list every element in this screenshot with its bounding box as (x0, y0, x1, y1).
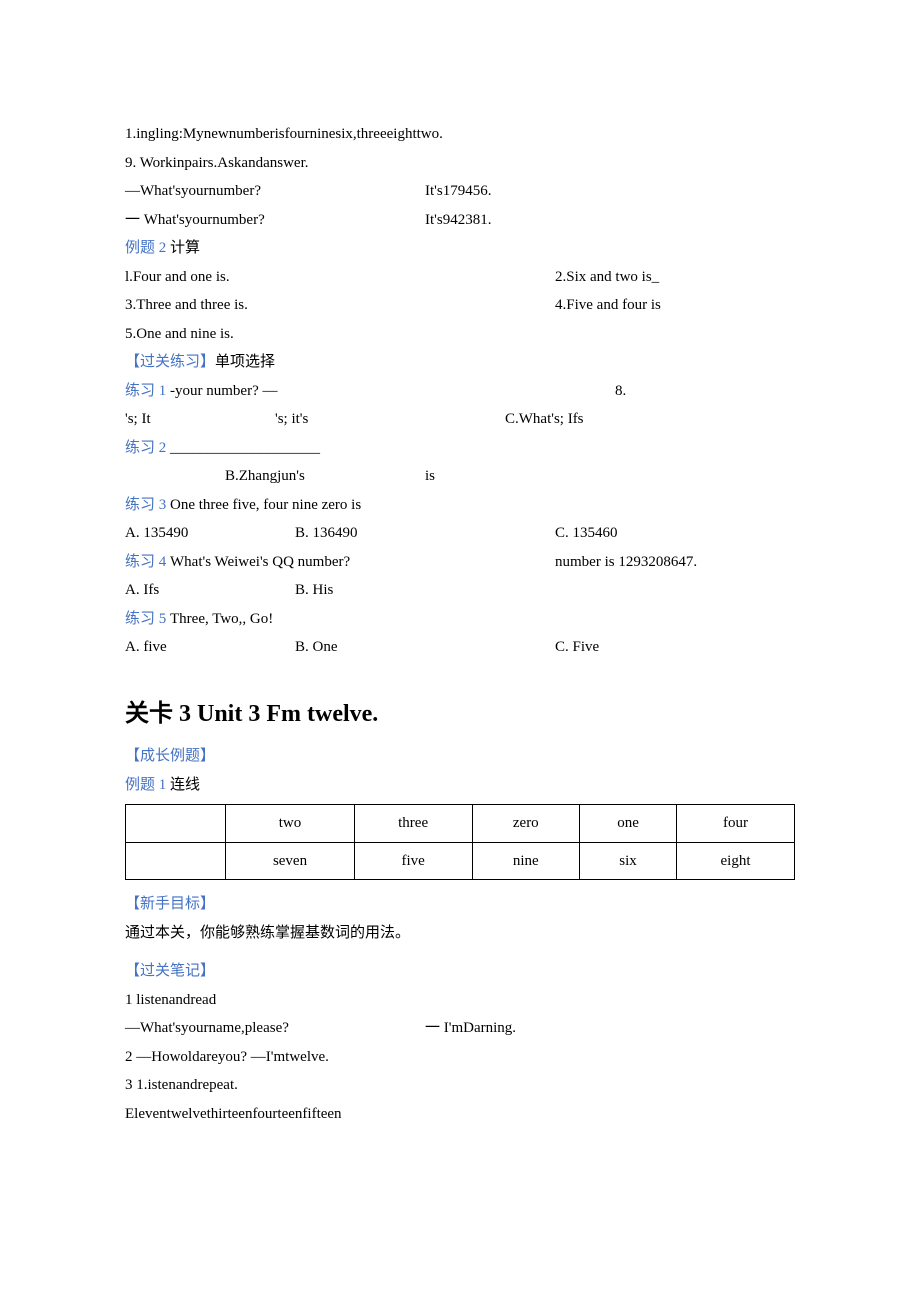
calc-item-4: 4.Five and four is (555, 291, 661, 320)
practice-3-label: 练习 3 (125, 497, 170, 513)
table-cell: nine (472, 842, 579, 880)
practice-1: 练习 1 -your number? — 8. (125, 377, 795, 406)
novice-target-text: 通过本关，你能够熟练掌握基数词的用法。 (125, 919, 795, 948)
practice-1-text: -your number? — (170, 383, 277, 399)
practice-4-right: number is 1293208647. (555, 548, 697, 577)
dialogue-q1-right: It's179456. (425, 177, 491, 206)
dialogue-q2-right: It's942381. (425, 206, 491, 235)
notes-line-1: 1 listenandread (125, 986, 795, 1015)
practice-5-label: 练习 5 (125, 611, 170, 627)
table-cell: one (580, 805, 677, 843)
pass-practice-title: 单项选择 (215, 354, 275, 370)
practice-4-options: A. Ifs B. His (125, 576, 795, 605)
practice-5-opt-b: B. One (295, 633, 555, 662)
dialogue-q1-left: —What'syournumber? (125, 177, 425, 206)
pass-practice-label: 【过关练习】 (125, 354, 215, 370)
table-cell: six (580, 842, 677, 880)
practice-2: 练习 2 ____________________ (125, 434, 795, 463)
example-2-title: 计算 (170, 240, 200, 256)
line-lingling: 1.ingling:Mynewnumberisfourninesix,three… (125, 120, 795, 149)
practice-2-label: 练习 2 (125, 440, 170, 456)
notes-line-1b: 一 I'mDarning. (425, 1014, 516, 1043)
practice-3-opt-b: B. 136490 (295, 519, 555, 548)
practice-5-text: Three, Two,, Go! (170, 611, 273, 627)
notes-line-1a: —What'syourname,please? (125, 1014, 425, 1043)
line-workinpairs: 9. Workinpairs.Askandanswer. (125, 149, 795, 178)
table-cell: three (354, 805, 472, 843)
practice-2-mid: is (425, 462, 435, 491)
table-cell: two (226, 805, 354, 843)
calc-item-2: 2.Six and two is_ (555, 263, 659, 292)
practice-5: 练习 5 Three, Two,, Go! (125, 605, 795, 634)
practice-2-blank: ____________________ (170, 440, 320, 456)
notes-line-2: 2 —Howoldareyou? —I'mtwelve. (125, 1043, 795, 1072)
practice-1-opt-c: C.What's; Ifs (505, 405, 584, 434)
table-cell: four (677, 805, 795, 843)
match-table: two three zero one four seven five nine … (125, 804, 795, 880)
practice-2-options: B.Zhangjun's is (125, 462, 795, 491)
calc-item-3: 3.Three and three is. (125, 291, 555, 320)
practice-3: 练习 3 One three five, four nine zero is (125, 491, 795, 520)
practice-5-options: A. five B. One C. Five (125, 633, 795, 662)
practice-3-options: A. 135490 B. 136490 C. 135460 (125, 519, 795, 548)
growth-example-label: 【成长例题】 (125, 742, 795, 771)
table-cell: seven (226, 842, 354, 880)
table-cell (126, 805, 226, 843)
pass-notes-label: 【过关笔记】 (125, 957, 795, 986)
example-2-label: 例题 2 (125, 240, 170, 256)
practice-4-opt-a: A. Ifs (125, 576, 295, 605)
practice-1-opt-a: 's; It (125, 405, 275, 434)
example-1-heading: 例题 1 连线 (125, 771, 795, 800)
practice-3-opt-c: C. 135460 (555, 519, 795, 548)
practice-4-label: 练习 4 (125, 554, 170, 570)
example-1-title: 连线 (170, 777, 200, 793)
notes-line-3: 3 1.istenandrepeat. (125, 1071, 795, 1100)
practice-4-text: What's Weiwei's QQ number? (170, 554, 350, 570)
table-cell: five (354, 842, 472, 880)
table-row: seven five nine six eight (126, 842, 795, 880)
table-cell: eight (677, 842, 795, 880)
practice-1-label: 练习 1 (125, 383, 170, 399)
practice-4: 练习 4 What's Weiwei's QQ number? number i… (125, 548, 795, 577)
example-2-heading: 例题 2 计算 (125, 234, 795, 263)
practice-4-opt-b: B. His (295, 576, 555, 605)
practice-3-text: One three five, four nine zero is (170, 497, 361, 513)
practice-3-opt-a: A. 135490 (125, 519, 295, 548)
table-cell (126, 842, 226, 880)
section-3-heading: 关卡 3 Unit 3 Fm twelve. (125, 692, 795, 738)
calc-item-1: l.Four and one is. (125, 263, 555, 292)
practice-2-opt-b: B.Zhangjun's (225, 462, 425, 491)
dialogue-q2-left: 一 What'syournumber? (125, 206, 425, 235)
notes-line-4: Eleventwelvethirteenfourteenfifteen (125, 1100, 795, 1129)
practice-1-right: 8. (615, 377, 626, 406)
example-1-label: 例题 1 (125, 777, 170, 793)
pass-practice-heading: 【过关练习】单项选择 (125, 348, 795, 377)
practice-5-opt-c: C. Five (555, 633, 795, 662)
table-cell: zero (472, 805, 579, 843)
novice-target-label: 【新手目标】 (125, 890, 795, 919)
practice-1-options: 's; It 's; it's C.What's; Ifs (125, 405, 795, 434)
practice-1-opt-b: 's; it's (275, 405, 375, 434)
practice-5-opt-a: A. five (125, 633, 295, 662)
table-row: two three zero one four (126, 805, 795, 843)
calc-item-5: 5.One and nine is. (125, 320, 795, 349)
